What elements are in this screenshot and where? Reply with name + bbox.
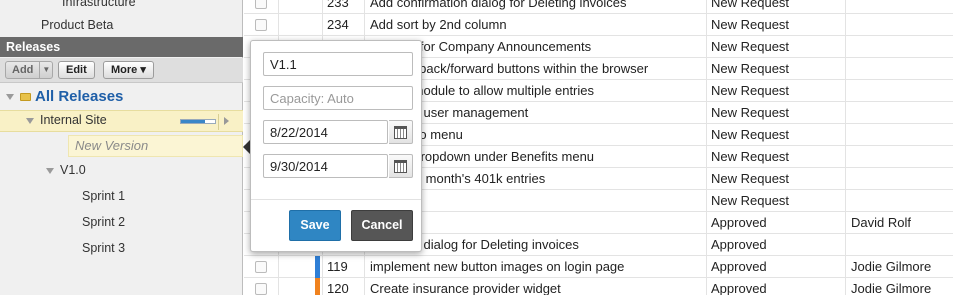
chevron-down-icon[interactable]: ▼ [39,62,52,78]
tree-sprint-1[interactable]: Sprint 1 [82,189,125,203]
end-date-input[interactable] [263,154,388,178]
cancel-button[interactable]: Cancel [351,210,413,241]
table-row[interactable]: 234 Add sort by 2nd column New Request [244,14,953,36]
capacity-input[interactable] [263,86,413,110]
releases-header: Releases [0,37,243,57]
row-checkbox[interactable] [255,19,267,31]
row-status: Approved [711,259,767,274]
new-version-popup: Save Cancel [250,40,422,252]
end-date-picker-button[interactable] [389,154,413,178]
table-row[interactable]: 120 Create insurance provider widget Appro… [244,278,953,295]
edit-button[interactable]: Edit [58,61,95,79]
row-status: New Request [711,149,790,164]
row-status: Approved [711,281,767,295]
start-date-input[interactable] [263,120,388,144]
save-button[interactable]: Save [289,210,341,241]
new-version-editor[interactable]: New Version [68,135,243,157]
v10-label: V1.0 [60,163,86,177]
row-title: implement new button images on login pag… [370,259,625,274]
row-status: Approved [711,215,767,230]
expand-triangle-icon[interactable] [26,117,34,124]
divider [251,199,421,200]
sidebar-item-infrastructure[interactable]: Infrastructure [62,0,136,9]
row-id: 119 [327,259,348,274]
add-split-button[interactable]: Add ▼ [5,61,54,79]
popup-pointer [243,140,250,154]
row-status: New Request [711,39,790,54]
row-status: New Request [711,83,790,98]
row-title: Add sort by 2nd column [370,17,507,32]
releases-toolbar: Add ▼ Edit More ▾ [0,58,243,83]
row-color-tag [315,256,320,278]
more-button[interactable]: More ▾ [103,61,154,79]
internal-site-label: Internal Site [40,113,107,127]
row-title: Add confirmation dialog for Deleting inv… [370,0,627,10]
row-status: New Request [711,105,790,120]
row-status: New Request [711,61,790,76]
row-checkbox[interactable] [255,0,267,9]
row-status: New Request [711,0,790,10]
add-button[interactable]: Add [6,62,39,78]
row-id: 234 [327,17,349,32]
row-status: New Request [711,193,790,208]
expand-triangle-icon[interactable] [6,94,14,101]
row-status: New Request [711,127,790,142]
version-name-input[interactable] [263,52,413,76]
folder-icon [20,93,31,102]
calendar-icon [394,160,407,173]
row-checkbox[interactable] [255,261,267,273]
all-releases-label: All Releases [35,88,124,105]
expand-triangle-icon[interactable] [46,167,54,174]
release-progress-bar [180,119,216,124]
sidebar: Infrastructure Product Beta Releases Add… [0,0,243,295]
calendar-icon [394,126,407,139]
progress-fill [181,120,205,123]
row-title: Create insurance provider widget [370,281,561,295]
row-color-tag [315,278,320,295]
row-owner: Jodie Gilmore [851,281,932,295]
table-row[interactable]: 119 implement new button images on login … [244,256,953,278]
row-owner: Jodie Gilmore [851,259,932,274]
row-id: 233 [327,0,349,10]
tree-v10[interactable]: V1.0 [46,163,86,177]
start-date-picker-button[interactable] [389,120,413,144]
tree-all-releases[interactable]: All Releases [6,88,123,105]
row-status: Approved [711,237,767,252]
divider [218,114,219,130]
row-status: New Request [711,171,790,186]
row-id: 120 [327,281,349,295]
row-status: New Request [711,17,790,32]
row-checkbox[interactable] [255,283,267,295]
chevron-right-icon[interactable] [224,117,229,125]
tree-sprint-2[interactable]: Sprint 2 [82,215,125,229]
tree-internal-site[interactable]: Internal Site [26,113,107,127]
tree-sprint-3[interactable]: Sprint 3 [82,241,125,255]
row-owner: David Rolf [851,215,911,230]
sidebar-item-product-beta[interactable]: Product Beta [41,18,113,32]
table-row[interactable]: 233 Add confirmation dialog for Deleting … [244,0,953,14]
